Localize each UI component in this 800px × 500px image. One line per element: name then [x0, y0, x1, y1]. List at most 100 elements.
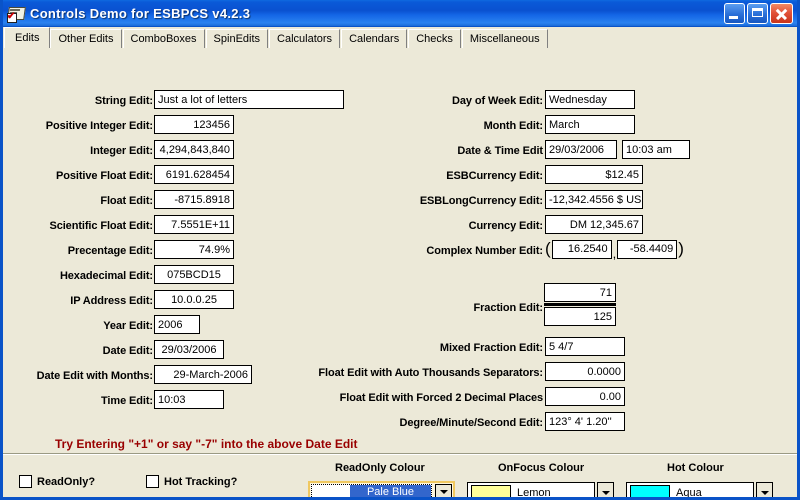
- fraction-numerator-input[interactable]: 71: [544, 283, 616, 302]
- date-edit-with-months-input[interactable]: 29-March-2006: [154, 365, 252, 384]
- ip-address-edit-input[interactable]: 10.0.0.25: [154, 290, 234, 309]
- label-currency-edit: Currency Edit:: [468, 220, 544, 232]
- date-time-date-input[interactable]: 29/03/2006: [545, 140, 617, 159]
- esbcurrency-edit-input[interactable]: $12.45: [545, 165, 643, 184]
- label-complex-number-edit: Complex Number Edit:: [426, 245, 543, 257]
- esblongcurrency-edit-input[interactable]: -12,342.4556 $ US: [545, 190, 643, 209]
- chevron-down-icon: [439, 489, 448, 494]
- fraction-edit-group: 71 125: [544, 283, 616, 326]
- tab-strip: Edits Other Edits ComboBoxes SpinEdits C…: [3, 27, 797, 48]
- label-esbcurrency-edit: ESBCurrency Edit:: [446, 170, 543, 182]
- maximize-button[interactable]: [747, 2, 768, 24]
- tab-checks[interactable]: Checks: [408, 29, 461, 48]
- onfocus-colour-title: OnFocus Colour: [498, 462, 585, 474]
- percentage-edit-input[interactable]: 74.9%: [154, 240, 234, 259]
- hot-colour-title: Hot Colour: [667, 462, 724, 474]
- complex-imaginary-input[interactable]: -58.4409: [617, 239, 678, 259]
- positive-float-edit-input[interactable]: 6191.628454: [154, 165, 234, 184]
- label-float-forced-2-decimals: Float Edit with Forced 2 Decimal Places: [339, 392, 543, 404]
- checkbox-readonly-box[interactable]: [19, 475, 32, 488]
- label-day-of-week-edit: Day of Week Edit:: [451, 95, 543, 107]
- tab-calculators[interactable]: Calculators: [269, 29, 341, 48]
- tab-miscellaneous[interactable]: Miscellaneous: [461, 29, 548, 48]
- hot-colour-swatch: [630, 485, 670, 497]
- tab-calendars[interactable]: Calendars: [341, 29, 408, 48]
- readonly-colour-dropdown-button[interactable]: [435, 484, 452, 497]
- checkbox-hot-tracking-box[interactable]: [146, 475, 159, 488]
- positive-integer-edit-input[interactable]: 123456: [154, 115, 234, 134]
- degree-minute-second-input[interactable]: 123° 4' 1.20'': [545, 412, 625, 431]
- onfocus-colour-combo[interactable]: Lemon: [467, 482, 614, 497]
- tab-spinedits[interactable]: SpinEdits: [205, 29, 269, 48]
- label-float-edit: Float Edit:: [100, 195, 153, 207]
- tab-other-edits[interactable]: Other Edits: [50, 29, 122, 48]
- date-edit-input[interactable]: 29/03/2006: [154, 340, 224, 359]
- readonly-colour-field[interactable]: Pale Blue: [311, 484, 432, 497]
- time-edit-input[interactable]: 10:03: [154, 390, 224, 409]
- label-date-edit: Date Edit:: [102, 345, 153, 357]
- options-panel: ReadOnly? Hot Tracking? Disabled? Flat? …: [3, 453, 797, 499]
- label-percentage-edit: Precentage Edit:: [67, 245, 153, 257]
- chevron-down-icon: [760, 490, 769, 495]
- label-ip-address-edit: IP Address Edit:: [70, 295, 153, 307]
- label-time-edit: Time Edit:: [101, 395, 153, 407]
- tab-page-edits: String Edit: Just a lot of letters Posit…: [3, 48, 797, 499]
- hexadecimal-edit-input[interactable]: 075BCD15: [154, 265, 234, 284]
- tab-comboboxes[interactable]: ComboBoxes: [122, 29, 205, 48]
- tab-strip-filler: [549, 29, 797, 48]
- chevron-down-icon: [601, 490, 610, 495]
- checkbox-hot-tracking[interactable]: Hot Tracking?: [146, 475, 237, 488]
- checkbox-readonly[interactable]: ReadOnly?: [19, 475, 95, 488]
- date-time-time-input[interactable]: 10:03 am: [622, 140, 690, 159]
- label-hexadecimal-edit: Hexadecimal Edit:: [59, 270, 153, 282]
- onfocus-colour-field[interactable]: Lemon: [467, 482, 595, 497]
- readonly-colour-swatch: [312, 485, 350, 497]
- scientific-float-edit-input[interactable]: 7.5551E+11: [154, 215, 234, 234]
- complex-open-paren: (: [545, 239, 551, 258]
- hot-colour-field[interactable]: Aqua: [626, 482, 754, 499]
- label-positive-float-edit: Positive Float Edit:: [55, 170, 153, 182]
- hot-colour-dropdown-button[interactable]: [756, 482, 773, 497]
- window-buttons: [724, 2, 793, 24]
- label-degree-minute-second-edit: Degree/Minute/Second Edit:: [399, 417, 544, 429]
- complex-number-edit-group: ( 16.2540 , -58.4409 ): [544, 239, 685, 260]
- month-edit-input[interactable]: March: [545, 115, 635, 134]
- hot-colour-value: Aqua: [676, 486, 702, 499]
- day-of-week-edit-input[interactable]: Wednesday: [545, 90, 635, 109]
- year-edit-input[interactable]: 2006: [154, 315, 200, 334]
- application-window: ✔ Controls Demo for ESBPCS v4.2.3 Edits …: [0, 0, 800, 500]
- string-edit-input[interactable]: Just a lot of letters: [154, 90, 344, 109]
- title-bar: ✔ Controls Demo for ESBPCS v4.2.3: [3, 0, 797, 27]
- onfocus-colour-dropdown-button[interactable]: [597, 482, 614, 497]
- label-year-edit: Year Edit:: [103, 320, 153, 332]
- label-string-edit: String Edit:: [94, 95, 153, 107]
- label-date-edit-with-months: Date Edit with Months:: [36, 370, 153, 382]
- checkbox-readonly-label: ReadOnly?: [37, 475, 96, 488]
- hint-text: Try Entering "+1" or say "-7" into the a…: [55, 437, 358, 451]
- integer-edit-input[interactable]: 4,294,843,840: [154, 140, 234, 159]
- label-mixed-fraction-edit: Mixed Fraction Edit:: [439, 342, 543, 354]
- label-fraction-edit: Fraction Edit:: [473, 302, 544, 314]
- mixed-fraction-edit-input[interactable]: 5 4/7: [545, 337, 625, 356]
- label-month-edit: Month Edit:: [483, 120, 543, 132]
- fraction-denominator-input[interactable]: 125: [544, 307, 616, 326]
- float-forced-2-decimals-input[interactable]: 0.00: [545, 387, 625, 406]
- tab-edits[interactable]: Edits: [4, 27, 51, 48]
- label-positive-integer-edit: Positive Integer Edit:: [45, 120, 153, 132]
- readonly-colour-combo[interactable]: Pale Blue: [308, 481, 455, 497]
- currency-edit-input[interactable]: DM 12,345.67: [545, 215, 643, 234]
- float-edit-input[interactable]: -8715.8918: [154, 190, 234, 209]
- close-button[interactable]: [770, 2, 793, 24]
- hot-colour-combo[interactable]: Aqua: [626, 482, 773, 499]
- readonly-colour-title: ReadOnly Colour: [335, 462, 425, 474]
- minimize-button[interactable]: [724, 2, 745, 24]
- label-date-and-time-edit: Date & Time Edit: [457, 145, 543, 157]
- checkbox-hot-tracking-label: Hot Tracking?: [164, 475, 238, 488]
- complex-real-input[interactable]: 16.2540: [551, 239, 612, 259]
- label-float-auto-thousands: Float Edit with Auto Thousands Separator…: [318, 367, 543, 379]
- float-auto-thousands-input[interactable]: 0.0000: [545, 362, 625, 381]
- complex-close-paren: ): [678, 239, 684, 258]
- app-icon[interactable]: ✔: [7, 4, 26, 23]
- label-scientific-float-edit: Scientific Float Edit:: [49, 220, 153, 232]
- onfocus-colour-swatch: [471, 485, 511, 497]
